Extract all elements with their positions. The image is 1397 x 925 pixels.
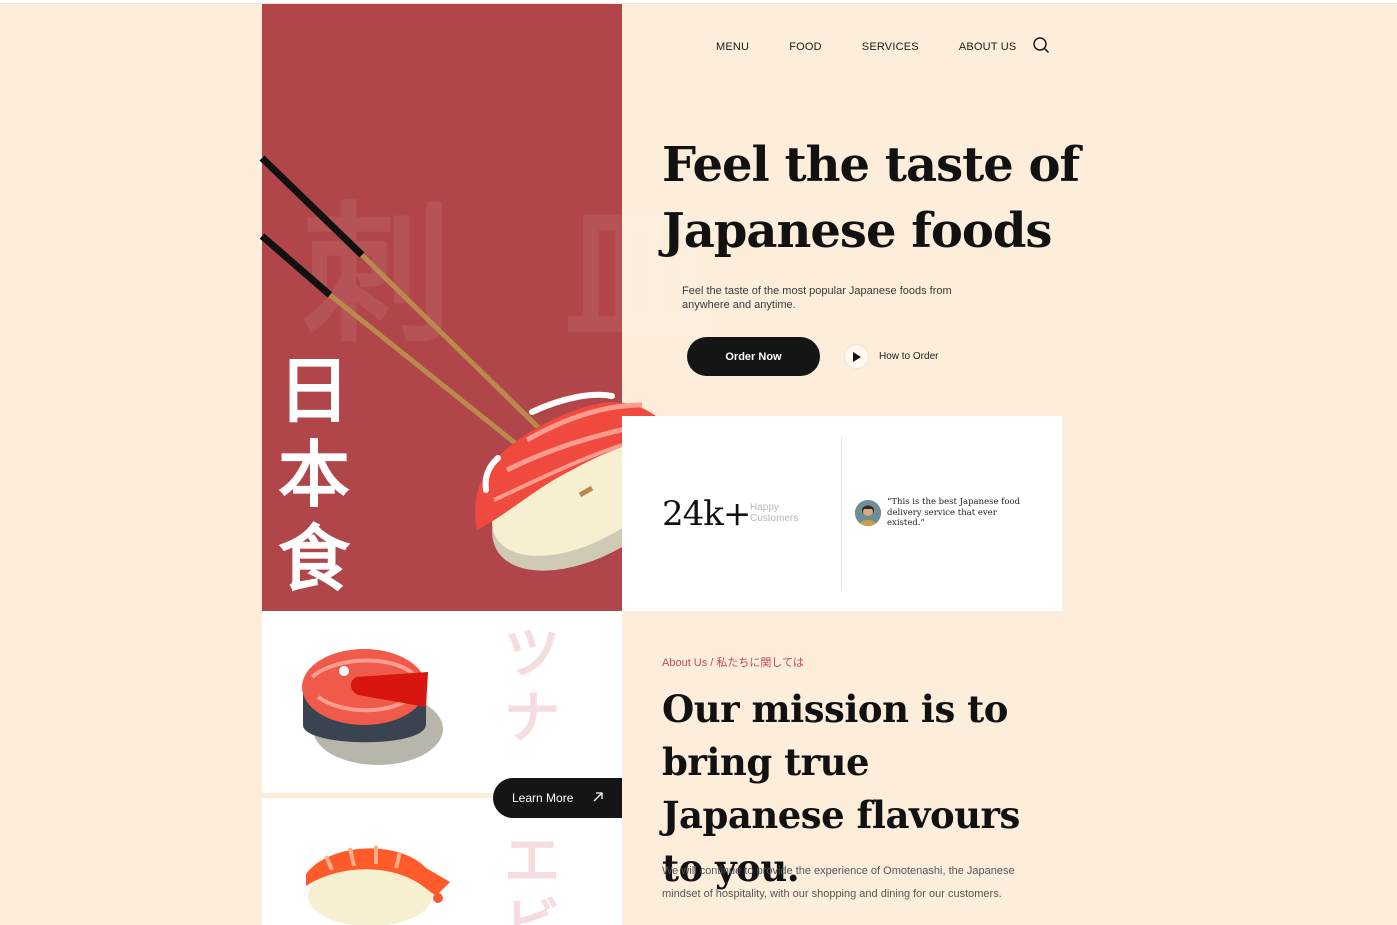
about-tag: About Us / 私たちに関しては — [662, 657, 804, 669]
about-text: We will continue to provide the experien… — [662, 865, 1015, 900]
order-now-button[interactable]: Order Now — [687, 337, 820, 376]
tuna-katakana: ツナ — [504, 622, 560, 751]
nav-item-services[interactable]: SERVICES — [862, 41, 919, 53]
main-nav: MENU FOOD SERVICES ABOUT US — [716, 36, 1056, 55]
how-to-order-link[interactable]: How to Order — [844, 344, 938, 369]
arrow-up-right-icon — [593, 792, 603, 802]
shrimp-katakana: エビ — [504, 829, 560, 925]
learn-more-button[interactable]: Learn More — [493, 778, 622, 818]
tuna-steak-illustration — [302, 649, 443, 765]
nav-item-food[interactable]: FOOD — [789, 41, 822, 53]
testimonial-quote: “This is the best Japanese food delivery… — [887, 497, 1021, 528]
avatar — [855, 500, 881, 526]
play-icon[interactable] — [844, 344, 869, 369]
hero-title: Feel the taste of Japanese foods — [662, 137, 1080, 259]
stats-divider — [841, 436, 842, 591]
stats-card: 24k+ Happy Customers “This is the best J… — [622, 416, 1062, 611]
nav-item-menu[interactable]: MENU — [716, 41, 749, 53]
customer-count-label: Happy Customers — [750, 502, 799, 524]
search-icon[interactable] — [1032, 36, 1050, 54]
top-border — [0, 0, 1397, 4]
hero-subtitle: Feel the taste of the most popular Japan… — [682, 285, 952, 311]
how-to-order-label: How to Order — [879, 351, 939, 362]
shrimp-sushi-illustration — [306, 846, 450, 925]
learn-more-label: Learn More — [512, 791, 574, 805]
customer-count: 24k+ — [662, 494, 751, 534]
tuna-card: ツナ — [262, 611, 622, 793]
nav-item-about-us[interactable]: ABOUT US — [959, 41, 1017, 53]
